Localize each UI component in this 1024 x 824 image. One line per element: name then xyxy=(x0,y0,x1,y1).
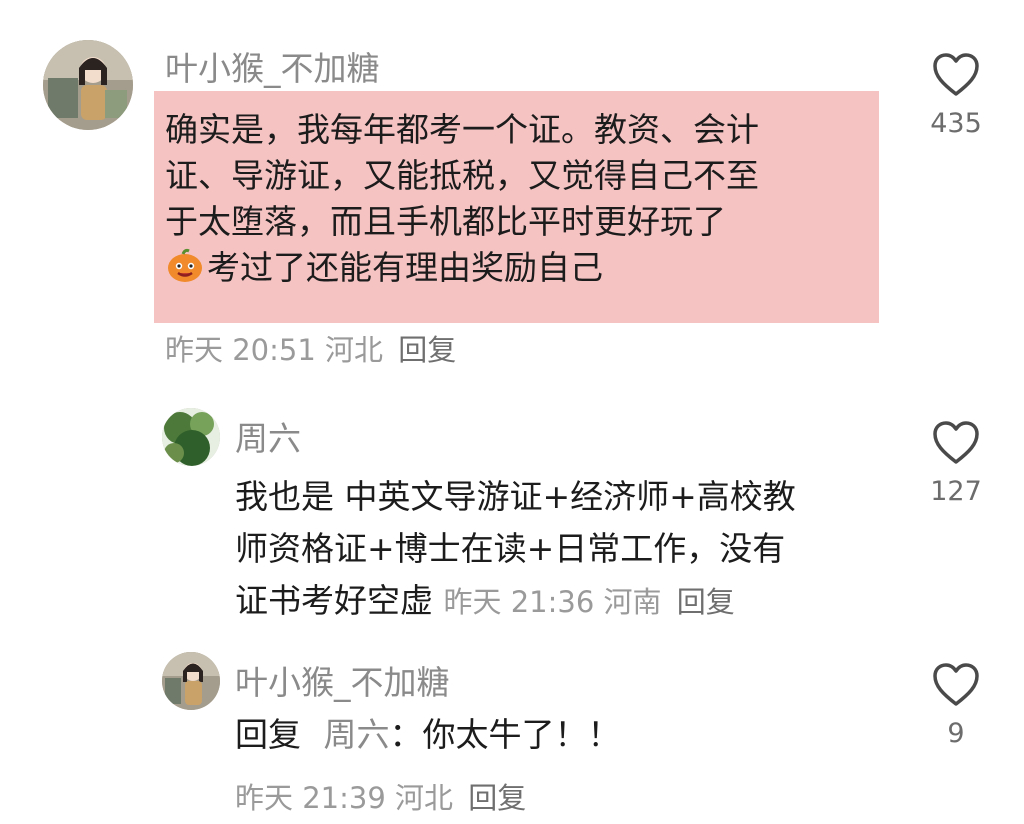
heart-outline-icon xyxy=(933,53,979,96)
comment-username[interactable]: 叶小猴_不加糖 xyxy=(235,656,450,704)
like-count: 9 xyxy=(947,718,965,749)
comment-meta: 昨天 20:51 河北 回复 xyxy=(165,327,456,369)
like-count: 127 xyxy=(930,476,982,507)
comment-username[interactable]: 叶小猴_不加糖 xyxy=(165,42,380,90)
reply-text: 你太牛了！！ xyxy=(422,715,621,754)
comment-text-line: 考过了还能有理由奖励自己 xyxy=(207,248,603,287)
comment-text-line-with-emoji: 考过了还能有理由奖励自己 xyxy=(165,245,885,291)
reply-button[interactable]: 回复 xyxy=(468,781,526,815)
comment-text-line: 确实是，我每年都考一个证。教资、会计 xyxy=(165,110,759,149)
heart-outline-icon xyxy=(933,421,979,464)
like-count: 435 xyxy=(930,108,982,139)
reply-button[interactable]: 回复 xyxy=(398,333,456,367)
comment-username[interactable]: 周六 xyxy=(235,412,301,460)
like-button[interactable]: 9 xyxy=(926,662,986,749)
avatar[interactable] xyxy=(162,652,220,710)
comment-text: 我也是 中英文导游证+经济师+高校教 师资格证+博士在读+日常工作，没有 证书考… xyxy=(235,471,885,628)
comment-text-line: 我也是 中英文导游证+经济师+高校教 xyxy=(235,477,796,516)
like-button[interactable]: 435 xyxy=(926,52,986,139)
comment-text: 回复 周六：你太牛了！！ xyxy=(235,712,621,758)
avatar[interactable] xyxy=(162,408,220,466)
comment-time: 昨天 21:39 xyxy=(235,781,386,815)
reply-prefix: 回复 xyxy=(235,715,301,754)
comment-location: 河南 xyxy=(603,585,662,619)
comment-text: 确实是，我每年都考一个证。教资、会计 证、导游证，又能抵税，又觉得自己不至 于太… xyxy=(165,107,885,291)
comment-meta: 昨天 21:36 河南 回复 xyxy=(444,585,735,619)
mention-separator: ： xyxy=(389,715,423,754)
comment-location: 河北 xyxy=(325,333,384,367)
comment-time: 昨天 21:36 xyxy=(443,585,595,619)
reply-button[interactable]: 回复 xyxy=(677,585,735,619)
comment-location: 河北 xyxy=(395,781,454,815)
heart-outline-icon xyxy=(933,663,979,706)
like-button[interactable]: 127 xyxy=(926,420,986,507)
comment-text-line: 证书考好空虚 xyxy=(235,581,433,620)
comment-text-line: 师资格证+博士在读+日常工作，没有 xyxy=(235,529,786,568)
mention-username[interactable]: 周六 xyxy=(324,715,390,754)
comment-text-line: 证、导游证，又能抵税，又觉得自己不至 xyxy=(165,156,759,195)
pumpkin-face-icon xyxy=(165,245,205,285)
comment-meta: 昨天 21:39 河北 回复 xyxy=(235,775,526,817)
comment-time: 昨天 20:51 xyxy=(165,333,316,367)
comment-text-line: 于太堕落，而且手机都比平时更好玩了 xyxy=(165,202,726,241)
comment-text-line-with-meta: 证书考好空虚 昨天 21:36 河南 回复 xyxy=(235,575,885,628)
avatar[interactable] xyxy=(43,40,133,130)
